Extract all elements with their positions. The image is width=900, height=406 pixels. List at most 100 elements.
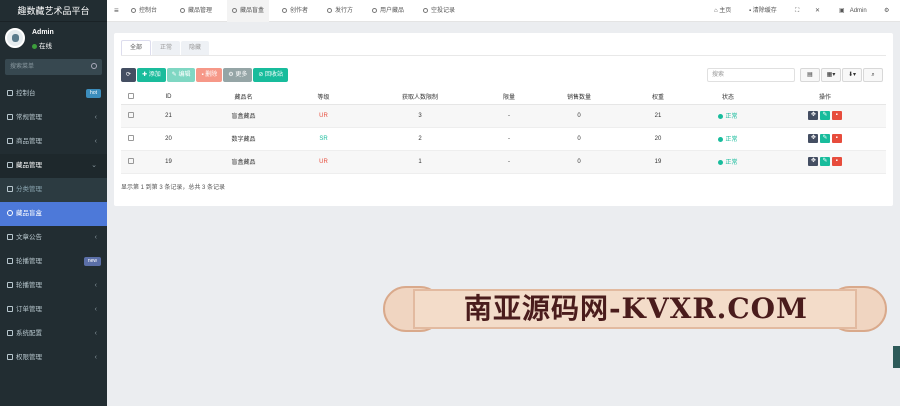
circle-icon xyxy=(372,7,377,13)
row-checkbox[interactable] xyxy=(121,150,141,174)
home-link[interactable]: ⌂ 主页 xyxy=(714,0,731,22)
user-menu-label: Admin xyxy=(849,8,867,14)
col-id[interactable]: ID xyxy=(141,90,196,105)
col-quota[interactable]: 限量 xyxy=(484,90,534,105)
col-status[interactable]: 状态 xyxy=(692,90,764,105)
table-row[interactable]: 19 盲盒藏品 UR 1 - 0 19 正常 ✥ ✎ ▪ xyxy=(121,150,886,174)
gear-icon xyxy=(7,330,13,337)
search-toggle-button[interactable]: ⌕ xyxy=(863,68,883,82)
cell-name: 盲盒藏品 xyxy=(196,150,291,174)
tab-all[interactable]: 全部 xyxy=(121,40,152,55)
drag-icon[interactable]: ✥ xyxy=(808,111,819,120)
col-weight[interactable]: 权重 xyxy=(624,90,692,105)
app-title[interactable]: 趣数藏艺术品平台 xyxy=(0,0,107,22)
sidebar-menu: 控制台 hot 常规管理 ‹ 商品管理 ‹ 藏品管理 ⌄ 分类管理 藏品盲盒 文章公告 ‹… xyxy=(0,82,107,370)
menu-toggle-icon[interactable]: ≡ xyxy=(114,0,119,22)
more-button[interactable]: ⚙ 更多 xyxy=(223,68,253,82)
tab-issuers[interactable]: 发行方 xyxy=(327,0,353,22)
list-icon xyxy=(7,162,13,169)
col-name[interactable]: 藏品名 xyxy=(196,90,291,105)
cell-level: UR xyxy=(291,150,356,174)
sidebar-item-label: 分类管理 xyxy=(16,186,42,193)
side-scroll-handle[interactable] xyxy=(893,346,900,368)
tab-collection-manage[interactable]: 藏品管理 xyxy=(180,0,212,22)
sidebar-item-label: 藏品管理 xyxy=(16,162,42,169)
status-label: 正常 xyxy=(725,114,738,120)
tab-creators[interactable]: 创作者 xyxy=(282,0,308,22)
user-menu[interactable]: ▣ Admin xyxy=(839,0,867,22)
edit-label: 编辑 xyxy=(178,72,191,78)
sidebar-item-label: 文章公告 xyxy=(16,234,42,241)
cell-weight: 21 xyxy=(624,104,692,128)
edit-icon[interactable]: ✎ xyxy=(820,111,830,120)
edit-button[interactable]: ✎ 编辑 xyxy=(166,68,196,82)
watermark-banner: 南亚源码网-KVXR.COM xyxy=(383,286,887,332)
chevron-left-icon: ‹ xyxy=(94,282,97,289)
tab-user-collections[interactable]: 用户藏品 xyxy=(372,0,404,22)
sidebar-item-label: 权限管理 xyxy=(16,354,42,361)
sidebar-search-input[interactable]: 搜索菜单 xyxy=(5,59,102,75)
sidebar-search-placeholder: 搜索菜单 xyxy=(10,64,35,70)
sidebar-item-category[interactable]: 分类管理 xyxy=(0,178,107,202)
sidebar-item-label: 系统配置 xyxy=(16,330,42,337)
sidebar-item-collections[interactable]: 藏品管理 ⌄ xyxy=(0,154,107,178)
delete-button[interactable]: ▪ 删除 xyxy=(196,68,223,82)
fullscreen-icon[interactable]: ✕ xyxy=(815,0,820,22)
sidebar-item-label: 轮播管理 xyxy=(16,282,42,289)
sidebar-item-dashboard[interactable]: 控制台 hot xyxy=(0,82,107,106)
tab-airdrop[interactable]: 空投记录 xyxy=(423,0,455,22)
edit-icon[interactable]: ✎ xyxy=(820,157,830,166)
top-navbar: ≡ 控制台 藏品管理 藏品盲盒 创作者 发行方 用户藏品 空投记录 ⌂ 主页 ▪… xyxy=(107,0,900,22)
settings-icon[interactable]: ⚙ xyxy=(884,0,889,22)
cell-level: SR xyxy=(291,127,356,151)
refresh-button[interactable]: ⟳ xyxy=(121,68,137,82)
row-checkbox[interactable] xyxy=(121,104,141,128)
row-checkbox[interactable] xyxy=(121,127,141,151)
tab-hidden[interactable]: 隐藏 xyxy=(181,41,210,56)
user-avatar-icon: ▣ xyxy=(839,8,847,14)
drag-icon[interactable]: ✥ xyxy=(808,157,819,166)
user-name: Admin xyxy=(32,29,54,36)
table-row[interactable]: 20 数字藏品 SR 2 - 0 20 正常 ✥ ✎ ▪ xyxy=(121,127,886,151)
drag-icon[interactable]: ✥ xyxy=(808,134,819,143)
toolbar: ⟳ ✚ 添加 ✎ 编辑 ▪ 删除 ⚙ 更多 ⊘ 回收站 xyxy=(121,68,289,82)
edit-icon[interactable]: ✎ xyxy=(820,134,830,143)
delete-icon[interactable]: ▪ xyxy=(831,111,842,120)
sidebar: 趣数藏艺术品平台 Admin 在线 搜索菜单 控制台 hot 常规管理 ‹ 商品管理… xyxy=(0,0,107,406)
sidebar-item-banner[interactable]: 轮播管理 new xyxy=(0,250,107,274)
tab-dashboard[interactable]: 控制台 xyxy=(131,0,157,22)
sidebar-item-goods[interactable]: 商品管理 ‹ xyxy=(0,130,107,154)
sidebar-item-orders[interactable]: 订单管理 ‹ xyxy=(0,298,107,322)
tab-divider xyxy=(121,55,886,56)
select-all-checkbox[interactable] xyxy=(121,90,141,105)
status-dot-icon xyxy=(718,159,724,165)
sidebar-item-permissions[interactable]: 权限管理 ‹ xyxy=(0,346,107,370)
avatar xyxy=(5,28,25,48)
delete-icon[interactable]: ▪ xyxy=(831,157,842,166)
export-button[interactable]: ⬇▾ xyxy=(842,68,862,82)
translate-icon[interactable]: ⛶ xyxy=(795,0,799,22)
table-row[interactable]: 21 盲盒藏品 UR 3 - 0 21 正常 ✥ ✎ ▪ xyxy=(121,104,886,128)
table-search-input[interactable]: 搜索 xyxy=(707,68,795,82)
tab-blindbox[interactable]: 藏品盲盒 xyxy=(227,0,270,22)
sidebar-item-settings[interactable]: 系统配置 ‹ xyxy=(0,322,107,346)
clear-cache-button[interactable]: ▪ 清除缓存 xyxy=(749,0,777,22)
tab-normal[interactable]: 正常 xyxy=(152,41,181,56)
circle-icon xyxy=(423,7,428,13)
chevron-left-icon: ‹ xyxy=(94,138,97,145)
filter-tabs: 全部 正常 隐藏 xyxy=(121,40,210,56)
recycle-button[interactable]: ⊘ 回收站 xyxy=(253,68,289,82)
col-limit[interactable]: 获取人数限制 xyxy=(356,90,484,105)
sidebar-item-blindbox[interactable]: 藏品盲盒 xyxy=(0,202,107,226)
col-sold[interactable]: 销售数量 xyxy=(534,90,624,105)
col-level[interactable]: 等级 xyxy=(291,90,356,105)
sidebar-item-banner-2[interactable]: 轮播管理 ‹ xyxy=(0,274,107,298)
add-button[interactable]: ✚ 添加 xyxy=(137,68,166,82)
delete-icon[interactable]: ▪ xyxy=(831,134,842,143)
search-icon[interactable] xyxy=(91,63,97,69)
columns-button[interactable]: ▦▾ xyxy=(821,68,841,82)
sidebar-item-articles[interactable]: 文章公告 ‹ xyxy=(0,226,107,250)
toggle-view-button[interactable]: ▤ xyxy=(800,68,820,82)
sidebar-item-general[interactable]: 常规管理 ‹ xyxy=(0,106,107,130)
chevron-left-icon: ‹ xyxy=(94,114,97,121)
